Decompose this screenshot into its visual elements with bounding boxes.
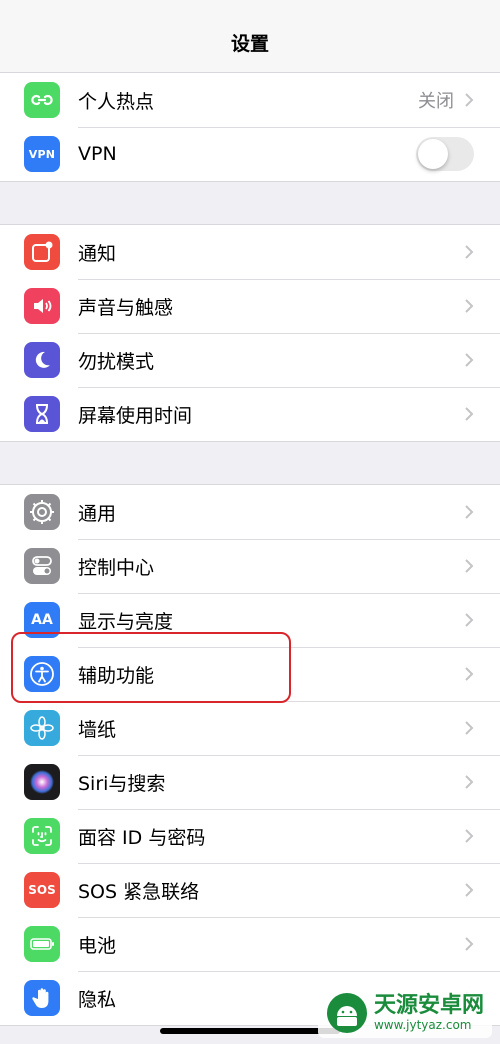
chevron-right-icon [465, 299, 474, 313]
chevron-right-icon [465, 829, 474, 843]
siri-icon [24, 764, 60, 800]
general-group: 通用 控制中心 AA 显示与亮度 辅助功能 墙纸 Siri与搜索 面容 ID 与… [0, 484, 500, 1026]
settings-row-label: 通用 [78, 502, 117, 525]
display-icon: AA [24, 602, 60, 638]
chevron-right-icon [465, 245, 474, 259]
battery-icon [24, 926, 60, 962]
settings-row-label: 显示与亮度 [78, 610, 174, 633]
settings-row-label: 辅助功能 [78, 664, 155, 687]
gear-icon [24, 494, 60, 530]
settings-row-label: 面容 ID 与密码 [78, 826, 206, 849]
toggle-knob [418, 139, 448, 169]
settings-row-screen-time[interactable]: 屏幕使用时间 [0, 387, 500, 441]
settings-row-siri[interactable]: Siri与搜索 [0, 755, 500, 809]
settings-row-label: VPN [78, 143, 117, 165]
chevron-right-icon [465, 721, 474, 735]
chevron-right-icon [465, 93, 474, 107]
faceid-icon [24, 818, 60, 854]
chevron-right-icon [465, 505, 474, 519]
settings-row-label: Siri与搜索 [78, 772, 166, 795]
switches-icon [24, 548, 60, 584]
settings-row-label: 屏幕使用时间 [78, 404, 193, 427]
hotspot-icon [24, 82, 60, 118]
sound-icon [24, 288, 60, 324]
hourglass-icon [24, 396, 60, 432]
settings-row-hotspot[interactable]: 个人热点 关闭 [0, 73, 500, 127]
watermark: 天源安卓网 www.jytyaz.com [317, 988, 492, 1038]
chevron-right-icon [465, 613, 474, 627]
vpn-toggle[interactable] [416, 137, 474, 171]
sos-icon: SOS [24, 872, 60, 908]
settings-row-faceid[interactable]: 面容 ID 与密码 [0, 809, 500, 863]
settings-row-general[interactable]: 通用 [0, 485, 500, 539]
settings-row-sounds[interactable]: 声音与触感 [0, 279, 500, 333]
settings-row-label: 声音与触感 [78, 296, 174, 319]
settings-row-label: SOS 紧急联络 [78, 880, 200, 903]
notification-icon [24, 234, 60, 270]
chevron-right-icon [465, 407, 474, 421]
android-logo-icon [326, 993, 367, 1033]
hotspot-status: 关闭 [418, 91, 454, 112]
settings-row-label: 控制中心 [78, 556, 155, 579]
chevron-right-icon [465, 559, 474, 573]
page-title: 设置 [230, 33, 269, 55]
settings-row-vpn[interactable]: VPN VPN [0, 127, 500, 181]
settings-row-label: 墙纸 [78, 718, 117, 741]
settings-row-do-not-disturb[interactable]: 勿扰模式 [0, 333, 500, 387]
settings-row-label: 勿扰模式 [78, 350, 155, 373]
settings-row-wallpaper[interactable]: 墙纸 [0, 701, 500, 755]
hand-icon [24, 980, 60, 1016]
accessibility-icon [24, 656, 60, 692]
settings-row-label: 通知 [78, 242, 117, 265]
chevron-right-icon [465, 667, 474, 681]
settings-row-display[interactable]: AA 显示与亮度 [0, 593, 500, 647]
connectivity-group: 个人热点 关闭 VPN VPN [0, 72, 500, 182]
chevron-right-icon [465, 353, 474, 367]
watermark-url: www.jytyaz.com [373, 1018, 472, 1033]
moon-icon [24, 342, 60, 378]
settings-row-control-center[interactable]: 控制中心 [0, 539, 500, 593]
vpn-icon: VPN [24, 136, 60, 172]
wallpaper-icon [24, 710, 60, 746]
settings-row-accessibility[interactable]: 辅助功能 [0, 647, 500, 701]
notifications-group: 通知 声音与触感 勿扰模式 屏幕使用时间 [0, 224, 500, 442]
chevron-right-icon [465, 883, 474, 897]
chevron-right-icon [465, 775, 474, 789]
settings-row-label: 个人热点 [78, 90, 155, 113]
navigation-bar: 设置 [0, 0, 500, 72]
settings-row-sos[interactable]: SOS SOS 紧急联络 [0, 863, 500, 917]
home-indicator[interactable] [160, 1028, 340, 1034]
settings-row-label: 电池 [78, 934, 117, 957]
settings-row-notifications[interactable]: 通知 [0, 225, 500, 279]
watermark-name: 天源安卓网 [373, 992, 484, 1018]
settings-row-battery[interactable]: 电池 [0, 917, 500, 971]
chevron-right-icon [465, 937, 474, 951]
